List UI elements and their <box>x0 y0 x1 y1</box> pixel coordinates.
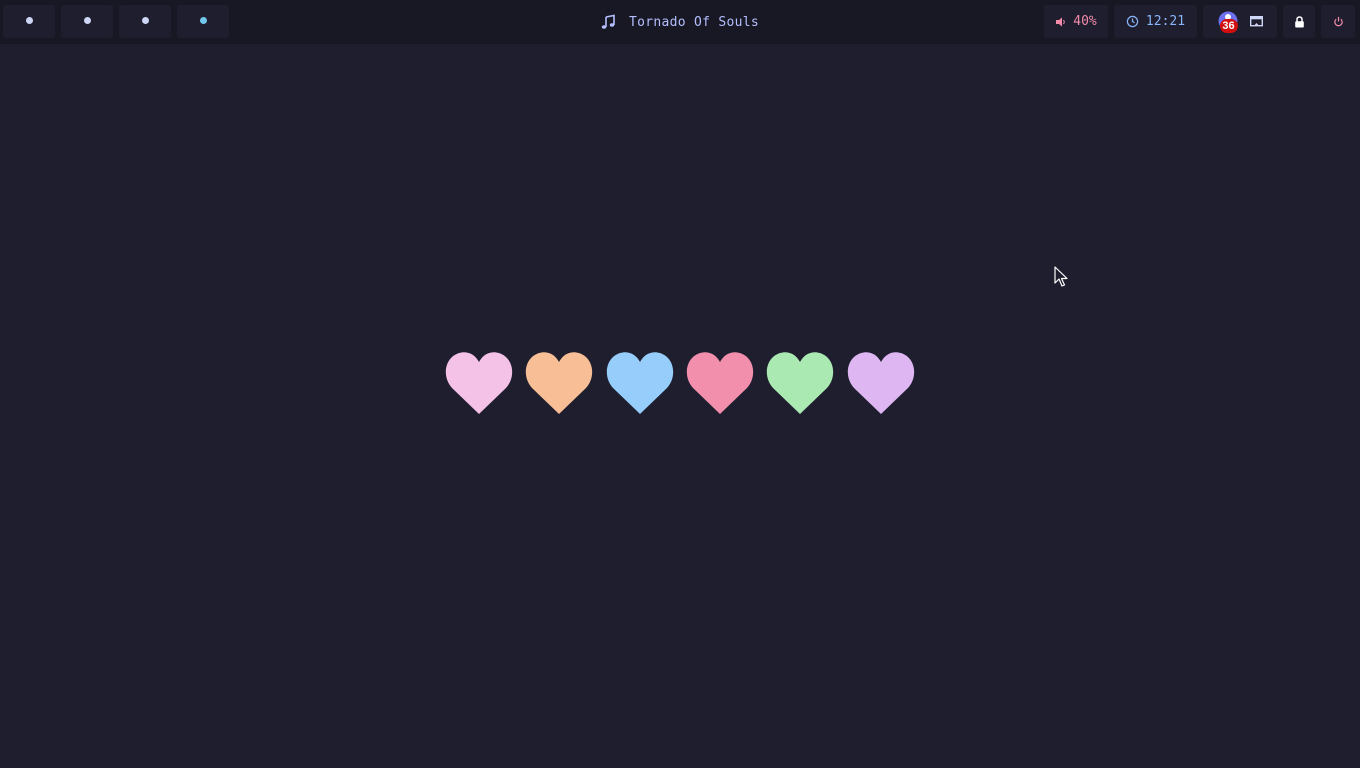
blue-heart-icon <box>606 352 674 414</box>
workspace-1-button[interactable] <box>3 5 55 38</box>
peach-heart-icon <box>525 352 593 414</box>
workspace-active-dot <box>199 17 207 24</box>
system-tray: 36 <box>1203 5 1277 38</box>
speaker-icon <box>1056 17 1065 26</box>
power-icon <box>1333 16 1343 27</box>
workspace-indicator-dot <box>141 17 149 24</box>
red-heart-icon <box>686 352 754 414</box>
workspace-4-button[interactable] <box>177 5 229 38</box>
clock[interactable]: 12:21 <box>1114 5 1197 38</box>
volume-level: 40% <box>1073 14 1097 29</box>
tray-app-notification[interactable]: 36 <box>1218 11 1240 33</box>
lock-button[interactable] <box>1283 5 1315 38</box>
top-bar: Tornado Of Souls 40% 12:21 36 <box>0 0 1360 44</box>
music-note-icon <box>601 14 615 29</box>
display-icon[interactable] <box>1249 15 1263 28</box>
now-playing-title: Tornado Of Souls <box>629 14 760 30</box>
now-playing[interactable]: Tornado Of Souls <box>600 0 759 44</box>
mouse-cursor-icon <box>1054 266 1068 287</box>
green-heart-icon <box>766 352 834 414</box>
workspace-indicator-dot <box>25 17 33 24</box>
clock-icon <box>1126 15 1139 28</box>
workspace-3-button[interactable] <box>119 5 171 38</box>
clock-time: 12:21 <box>1145 14 1186 29</box>
notification-badge: 36 <box>1219 18 1238 33</box>
lock-icon <box>1294 15 1304 27</box>
volume-control[interactable]: 40% <box>1044 5 1108 38</box>
workspace-indicator-dot <box>83 17 91 24</box>
purple-heart-icon <box>847 352 915 414</box>
workspace-2-button[interactable] <box>61 5 113 38</box>
pink-heart-icon <box>445 352 513 414</box>
power-button[interactable] <box>1321 5 1355 38</box>
